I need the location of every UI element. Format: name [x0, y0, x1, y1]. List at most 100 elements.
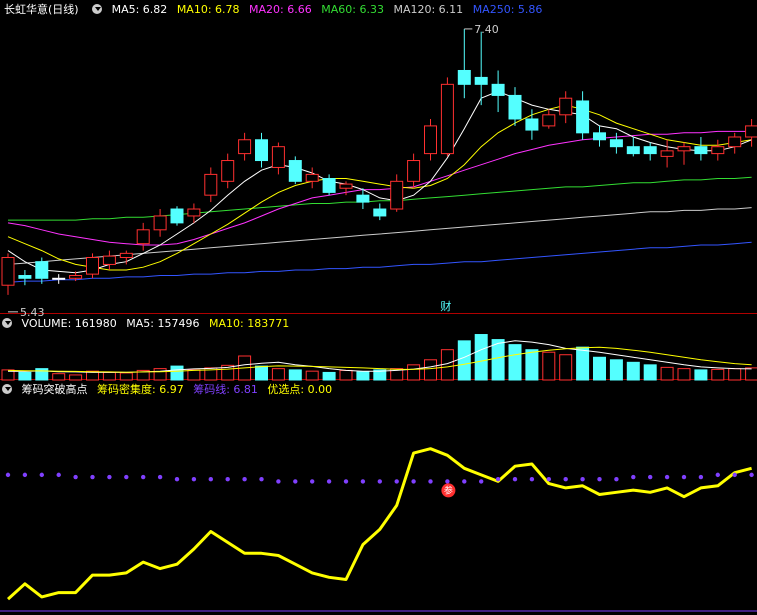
chip-line-dot — [664, 474, 670, 480]
chip-line-dot — [512, 477, 518, 482]
volume-bar — [305, 370, 319, 381]
chip-line-dot — [394, 479, 399, 484]
chip-line-dot — [529, 477, 535, 482]
chip-line-dot — [732, 472, 737, 478]
low-price-label: 5.43 — [20, 306, 45, 319]
volume-bar — [609, 359, 623, 381]
reference-marker[interactable]: 参 — [441, 483, 456, 498]
chip-line-dot — [310, 479, 315, 484]
volume-bar — [677, 368, 691, 381]
volume-bar — [559, 354, 573, 381]
candle-body — [745, 125, 757, 138]
volume-bar — [576, 346, 590, 381]
ma20-line — [7, 130, 752, 246]
volume-bar — [170, 365, 184, 381]
chip-panel — [5, 447, 754, 601]
volume-bar — [660, 366, 674, 381]
price-panel — [1, 28, 757, 313]
candle-body — [271, 146, 285, 168]
volume-bar — [626, 361, 640, 381]
volume-bar — [271, 368, 285, 381]
chip-line-dot — [22, 472, 28, 478]
volume-ma10-line — [7, 346, 752, 373]
chip-line-dot — [428, 479, 433, 484]
finance-marker[interactable]: 财 — [440, 299, 451, 313]
volume-bar — [255, 365, 268, 381]
chip-line-dot — [326, 479, 332, 484]
volume-bar — [119, 372, 133, 381]
candle-body — [136, 229, 150, 245]
candle-body — [170, 208, 184, 224]
candle-body — [187, 208, 201, 217]
chip-line-dot — [580, 477, 585, 482]
volume-bar — [69, 374, 83, 381]
chip-line-dot — [377, 479, 382, 484]
volume-bar — [407, 364, 421, 381]
candle-body — [1, 257, 15, 286]
candle-body — [474, 76, 488, 85]
chip-line-dot — [495, 477, 501, 482]
ma5-line — [7, 90, 752, 274]
chip-line-dot — [90, 474, 95, 480]
volume-bar — [593, 356, 606, 381]
chip-line-dot — [191, 477, 197, 482]
candle-body — [339, 183, 353, 189]
chip-line-dot — [39, 472, 44, 478]
candle-body — [86, 257, 99, 275]
volume-bar — [322, 371, 336, 381]
chip-line-dot — [715, 472, 720, 478]
chip-line-dot — [749, 472, 754, 478]
candle-body — [576, 100, 590, 134]
candle-body — [424, 125, 437, 155]
chip-line-dot — [276, 479, 281, 484]
volume-bar — [102, 371, 116, 381]
chip-line-dot — [225, 477, 230, 482]
candle-body — [559, 97, 573, 116]
chip-line-dot — [597, 477, 602, 482]
volume-bar — [491, 339, 505, 381]
chip-line-dot — [462, 479, 467, 484]
chip-line-dot — [343, 479, 349, 484]
candle-body — [204, 173, 218, 196]
candle-body — [593, 132, 606, 141]
volume-bar — [457, 340, 471, 381]
candle-body — [660, 150, 674, 157]
volume-bar — [35, 368, 49, 381]
chip-line-dot — [546, 477, 551, 482]
candle-body — [440, 83, 454, 155]
ma10-line — [7, 104, 752, 271]
candle-body — [52, 277, 66, 280]
chip-line-dot — [107, 474, 112, 480]
candle-body — [288, 160, 302, 182]
candle-body — [525, 118, 539, 131]
chip-line-dot — [56, 472, 61, 478]
chip-line-dot — [73, 474, 78, 480]
chip-line-dot — [445, 479, 450, 484]
volume-bar — [18, 371, 32, 381]
chip-line-dot — [141, 474, 146, 480]
volume-bar — [745, 367, 757, 381]
stock-chart[interactable]: 7.40 5.43 财 参 — [0, 0, 757, 615]
candle-body — [153, 215, 167, 231]
chip-line-dot — [563, 477, 568, 482]
volume-bar — [474, 334, 488, 381]
volume-bar — [187, 369, 201, 381]
candle-body — [407, 160, 421, 182]
candle-body — [322, 178, 336, 193]
chip-line-dot — [411, 479, 416, 484]
volume-bar — [356, 371, 370, 381]
chip-line-dot — [174, 477, 180, 482]
candle-body — [609, 139, 623, 148]
volume-bar — [694, 369, 708, 381]
candle-body — [373, 208, 387, 217]
chip-line-dot — [698, 474, 704, 480]
volume-bar — [153, 368, 167, 381]
chip-line-dot — [293, 479, 298, 484]
candle-body — [728, 136, 742, 148]
volume-bar — [52, 373, 66, 381]
chip-line-dot — [157, 474, 163, 480]
candle-body — [356, 194, 370, 203]
candle-body — [18, 275, 32, 279]
candle-body — [390, 180, 404, 210]
chip-line-dot — [208, 477, 213, 482]
